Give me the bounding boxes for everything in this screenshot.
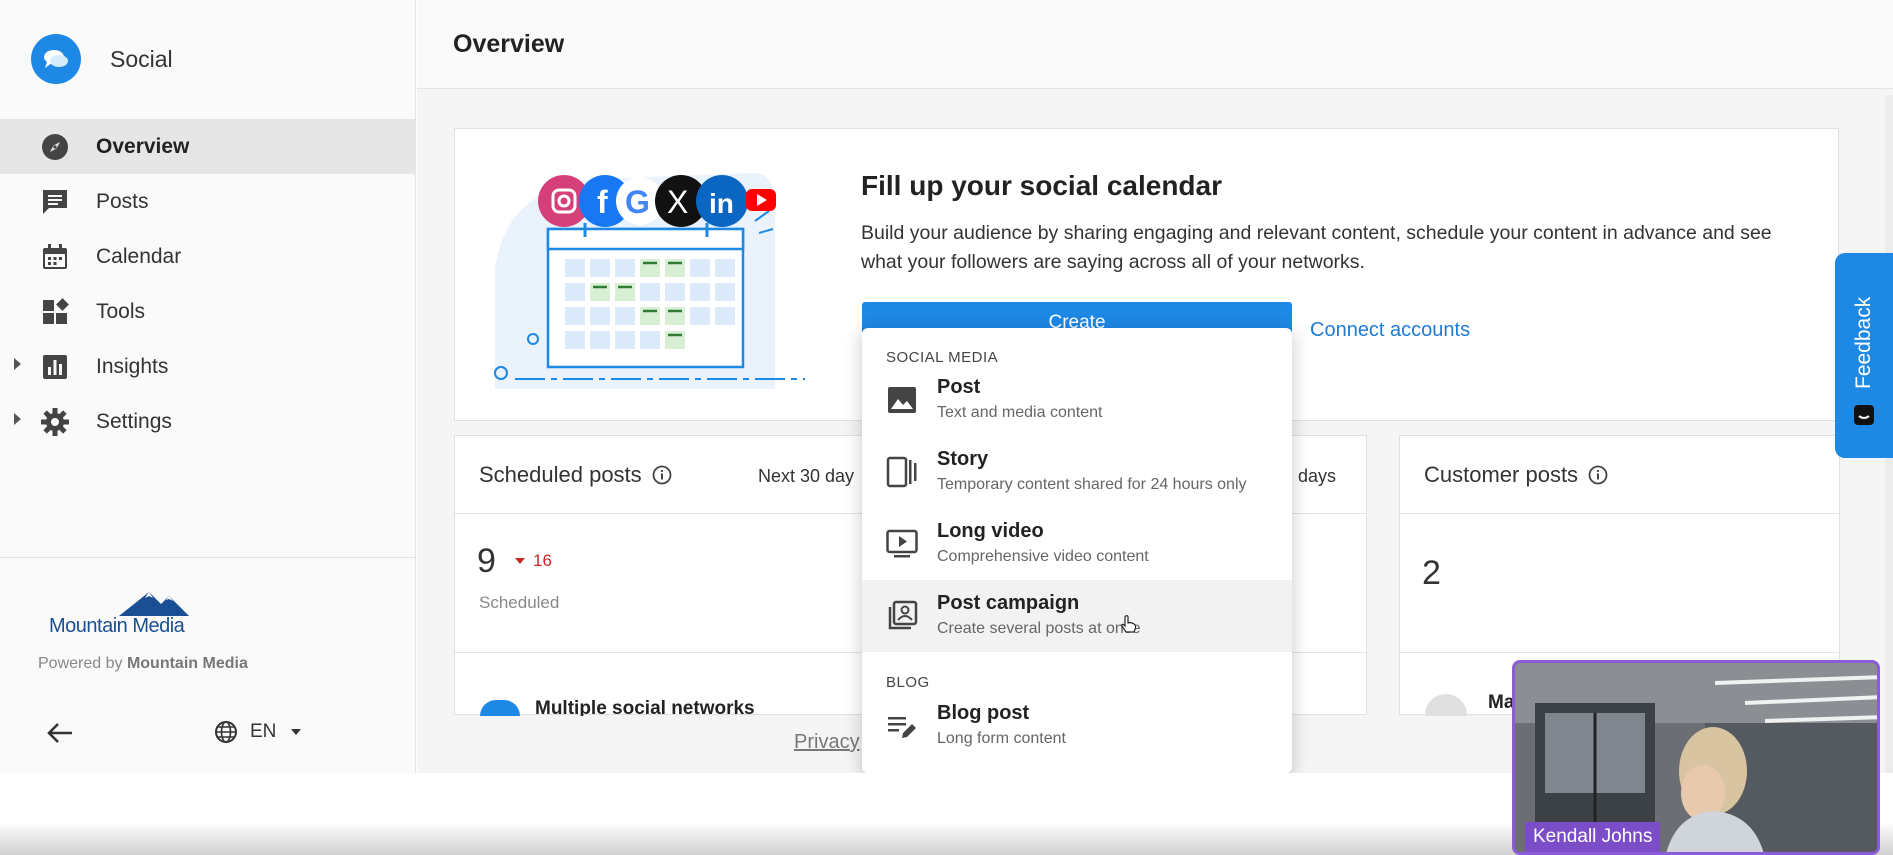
expand-caret-icon[interactable] xyxy=(14,358,21,370)
sidebar-item-label: Calendar xyxy=(96,244,182,268)
expand-caret-icon[interactable] xyxy=(14,413,21,425)
menu-item-label: Long video xyxy=(937,520,1044,542)
campaign-icon xyxy=(886,600,918,632)
story-icon xyxy=(886,456,918,488)
sidebar-item-label: Posts xyxy=(96,189,149,213)
sidebar-nav: Overview Posts Calendar Tools Insights S… xyxy=(0,119,416,449)
app-name: Social xyxy=(110,45,173,72)
calendar-illustration: f G X in xyxy=(494,173,805,389)
back-button[interactable] xyxy=(44,717,76,749)
participant-name: Kendall Johns xyxy=(1525,822,1661,852)
feedback-label: Feedback xyxy=(1852,296,1875,390)
avatar xyxy=(1425,694,1467,716)
delta-badge: 16 xyxy=(515,551,552,571)
powered-prefix: Powered by xyxy=(38,655,123,672)
app-brand[interactable]: Social xyxy=(31,34,173,84)
menu-item-description: Comprehensive video content xyxy=(937,548,1149,565)
tools-icon xyxy=(39,296,71,328)
page-title: Overview xyxy=(453,30,565,58)
page-header: Overview xyxy=(417,0,1893,89)
menu-item-label: Post campaign xyxy=(937,592,1080,614)
date-range-selector[interactable]: Next 30 day xyxy=(758,466,854,487)
sidebar-item-posts[interactable]: Posts xyxy=(0,174,416,229)
sidebar-item-tools[interactable]: Tools xyxy=(0,284,416,339)
feedback-tab[interactable]: Feedback xyxy=(1835,253,1893,458)
sidebar-item-insights[interactable]: Insights xyxy=(0,339,416,394)
sidebar-item-settings[interactable]: Settings xyxy=(0,394,416,449)
svg-text:X: X xyxy=(667,184,688,220)
create-dropdown-menu: SOCIAL MEDIA Post Text and media content… xyxy=(862,328,1292,773)
menu-item-story[interactable]: Story Temporary content shared for 24 ho… xyxy=(862,436,1292,508)
card-title: Customer posts xyxy=(1424,462,1608,488)
sidebar: Social Overview Posts Calendar Tools Ins… xyxy=(0,0,416,773)
menu-item-long-video[interactable]: Long video Comprehensive video content xyxy=(862,508,1292,580)
network-avatar-icon xyxy=(480,700,520,716)
card-title-text: Scheduled posts xyxy=(479,462,642,487)
card-title: Scheduled posts xyxy=(479,462,672,488)
card-title-text: Customer posts xyxy=(1424,462,1579,487)
menu-item-post[interactable]: Post Text and media content xyxy=(862,364,1292,436)
scheduled-label: Scheduled xyxy=(479,593,560,612)
svg-text:in: in xyxy=(709,188,734,219)
compass-icon xyxy=(39,131,71,163)
post-row-title[interactable]: Multiple social networks xyxy=(535,698,755,716)
bar-chart-icon xyxy=(39,351,71,383)
sidebar-divider xyxy=(0,557,416,558)
arrow-down-icon xyxy=(515,558,525,564)
menu-item-label: Blog post xyxy=(937,702,1030,724)
arrow-left-icon xyxy=(47,723,72,743)
menu-item-label: Post xyxy=(937,376,981,398)
sidebar-item-label: Tools xyxy=(96,299,146,323)
image-icon xyxy=(886,384,918,416)
language-code: EN xyxy=(250,721,277,742)
menu-item-description: Temporary content shared for 24 hours on… xyxy=(937,476,1247,493)
promo-title: Fill up your social calendar xyxy=(861,170,1222,201)
chat-icon xyxy=(39,186,71,218)
sidebar-item-label: Settings xyxy=(96,409,172,433)
chevron-down-icon xyxy=(291,729,302,735)
hand-cursor-icon xyxy=(1121,615,1137,633)
date-range-selector[interactable]: ) days xyxy=(1287,466,1336,487)
sidebar-item-label: Overview xyxy=(96,134,190,158)
menu-item-description: Text and media content xyxy=(937,404,1103,421)
video-icon xyxy=(886,528,918,560)
info-icon[interactable] xyxy=(652,465,672,485)
divider xyxy=(1400,652,1841,653)
post-row-title[interactable]: Ma xyxy=(1488,692,1514,714)
sidebar-item-calendar[interactable]: Calendar xyxy=(0,229,416,284)
blog-icon xyxy=(886,710,918,742)
section-header-blog: BLOG xyxy=(886,674,930,691)
menu-item-label: Story xyxy=(937,448,989,470)
connect-accounts-link[interactable]: Connect accounts xyxy=(1310,319,1470,342)
social-logo-icon xyxy=(31,34,81,84)
gear-icon xyxy=(39,406,71,438)
card-header: Customer posts xyxy=(1400,436,1839,514)
sidebar-item-overview[interactable]: Overview xyxy=(0,119,416,174)
smiley-chat-icon xyxy=(1854,405,1874,425)
calendar-icon xyxy=(39,241,71,273)
brand-wordmark: Mountain Media xyxy=(49,615,185,637)
svg-text:G: G xyxy=(625,184,650,220)
menu-item-description: Long form content xyxy=(937,730,1066,747)
powered-brand: Mountain Media xyxy=(126,655,248,672)
svg-text:f: f xyxy=(597,184,608,220)
customer-count: 2 xyxy=(1422,554,1441,592)
menu-item-post-campaign[interactable]: Post campaign Create several posts at on… xyxy=(862,580,1292,652)
webcam-video: Kendall Johns xyxy=(1512,660,1880,855)
language-selector[interactable]: EN xyxy=(214,720,302,744)
delta-value: 16 xyxy=(533,551,552,570)
powered-by: Powered by Mountain Media xyxy=(38,655,248,673)
menu-item-blog-post[interactable]: Blog post Long form content xyxy=(862,690,1292,762)
privacy-link[interactable]: Privacy xyxy=(794,731,860,754)
promo-description: Build your audience by sharing engaging … xyxy=(861,222,1772,273)
scheduled-count: 9 xyxy=(477,542,496,580)
globe-icon xyxy=(215,721,237,743)
sidebar-item-label: Insights xyxy=(96,354,169,378)
info-icon[interactable] xyxy=(1588,465,1608,485)
menu-item-description: Create several posts at once xyxy=(937,620,1141,637)
